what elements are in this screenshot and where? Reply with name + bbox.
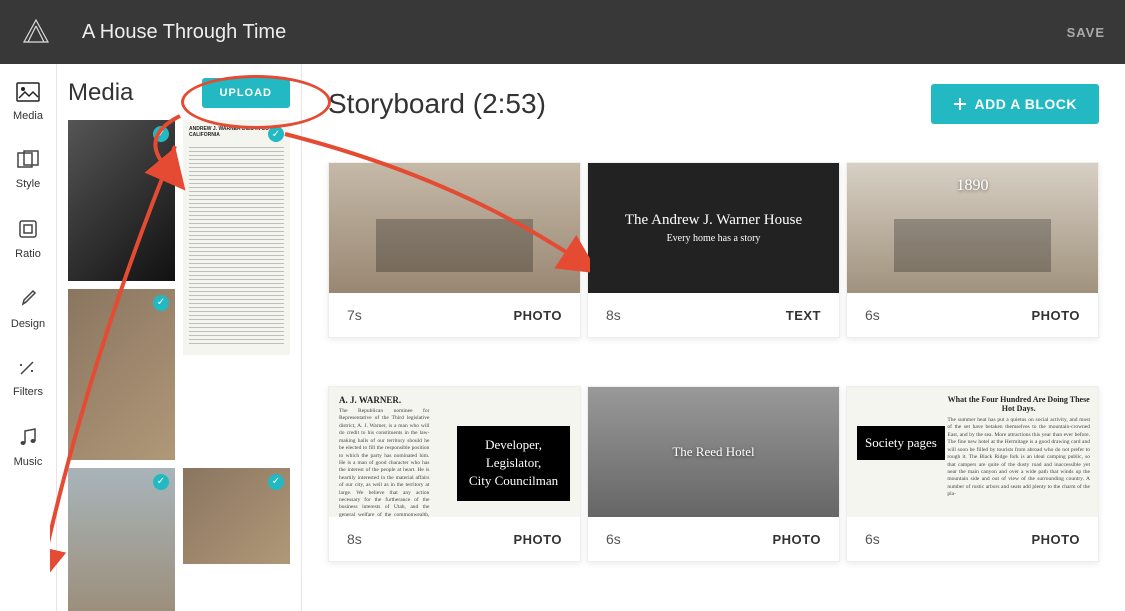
block-meta: 6s PHOTO <box>847 517 1098 561</box>
sidebar-label: Design <box>11 318 45 330</box>
media-panel-title: Media <box>68 79 133 107</box>
news-body: The summer heat has put a quietus on soc… <box>947 417 1090 499</box>
block-meta: 8s PHOTO <box>329 517 580 561</box>
side-nav: Media Style Ratio Design F <box>0 64 57 611</box>
storyboard-block[interactable]: The Andrew J. Warner House Every home ha… <box>587 162 840 338</box>
block-type: PHOTO <box>773 532 822 547</box>
block-duration: 6s <box>865 531 880 547</box>
block-overlay: Society pages <box>857 426 945 460</box>
house-image <box>874 184 1070 272</box>
news-heading: A. J. WARNER. <box>339 395 429 405</box>
block-meta: 6s PHOTO <box>588 517 839 561</box>
storyboard-header: Storyboard (2:53) ADD A BLOCK <box>328 84 1099 124</box>
block-preview <box>329 163 580 293</box>
project-title[interactable]: A House Through Time <box>82 21 1067 44</box>
doc-lines <box>189 144 284 347</box>
block-meta: 8s TEXT <box>588 293 839 337</box>
block-overlay-text: Developer, Legislator, City Councilman <box>467 436 560 491</box>
block-duration: 7s <box>347 307 362 323</box>
media-thumb[interactable]: ✓ <box>68 289 175 460</box>
sidebar-label: Filters <box>13 386 43 398</box>
sidebar-label: Music <box>14 456 43 468</box>
ratio-icon <box>17 218 39 240</box>
news-body: The Republican nominee for Representativ… <box>339 408 429 517</box>
thumb-selected-icon: ✓ <box>153 126 169 142</box>
sidebar-item-media[interactable]: Media <box>6 82 50 122</box>
sidebar-item-ratio[interactable]: Ratio <box>6 218 50 260</box>
block-preview: The Reed Hotel <box>588 387 839 517</box>
block-meta: 7s PHOTO <box>329 293 580 337</box>
block-duration: 8s <box>347 531 362 547</box>
house-image <box>356 184 552 272</box>
sidebar-label: Ratio <box>15 248 41 260</box>
block-overlay-text: The Reed Hotel <box>672 443 754 461</box>
add-block-button[interactable]: ADD A BLOCK <box>931 84 1099 124</box>
block-preview: A. J. WARNER. The Republican nominee for… <box>329 387 580 517</box>
block-text-title: The Andrew J. Warner House <box>625 212 802 229</box>
block-duration: 6s <box>606 531 621 547</box>
media-thumb-grid: ✓ ANDREW J. WARNER DIES IN COVINA, CALIF… <box>68 120 290 611</box>
block-type: PHOTO <box>514 532 563 547</box>
media-header: Media UPLOAD <box>68 78 290 108</box>
thumb-selected-icon: ✓ <box>153 474 169 490</box>
add-block-label: ADD A BLOCK <box>975 96 1077 112</box>
logo-icon <box>20 16 52 48</box>
thumb-selected-icon: ✓ <box>153 295 169 311</box>
news-column: A. J. WARNER. The Republican nominee for… <box>339 395 429 509</box>
app-logo <box>20 16 52 48</box>
block-duration: 8s <box>606 307 621 323</box>
media-thumb[interactable]: ✓ <box>183 468 290 564</box>
sidebar-item-music[interactable]: Music <box>6 426 50 468</box>
storyboard-title: Storyboard (2:53) <box>328 88 546 120</box>
news-column: What the Four Hundred Are Doing These Ho… <box>947 395 1090 509</box>
photo-icon <box>16 82 40 102</box>
block-grid: 7s PHOTO The Andrew J. Warner House Ever… <box>328 162 1099 562</box>
media-thumb[interactable]: ✓ <box>68 120 175 281</box>
block-overlay-text: Society pages <box>865 434 937 452</box>
storyboard-block[interactable]: 1890 6s PHOTO <box>846 162 1099 338</box>
wand-icon <box>17 358 39 378</box>
upload-button[interactable]: UPLOAD <box>202 78 290 108</box>
news-heading: What the Four Hundred Are Doing These Ho… <box>947 395 1090 413</box>
sidebar-label: Media <box>13 110 43 122</box>
block-text-subtitle: Every home has a story <box>667 233 761 244</box>
plus-icon <box>953 97 967 111</box>
block-type: PHOTO <box>514 308 563 323</box>
sidebar-label: Style <box>16 178 40 190</box>
block-preview: The Andrew J. Warner House Every home ha… <box>588 163 839 293</box>
storyboard-block[interactable]: A. J. WARNER. The Republican nominee for… <box>328 386 581 562</box>
storyboard-block[interactable]: The Reed Hotel 6s PHOTO <box>587 386 840 562</box>
top-bar: A House Through Time SAVE <box>0 0 1125 64</box>
block-duration: 6s <box>865 307 880 323</box>
storyboard-panel: Storyboard (2:53) ADD A BLOCK 7s PHOTO <box>302 64 1125 611</box>
music-icon <box>18 426 38 448</box>
frames-icon <box>17 150 39 170</box>
brush-icon <box>18 288 38 310</box>
sidebar-item-style[interactable]: Style <box>6 150 50 190</box>
storyboard-block[interactable]: Society pages What the Four Hundred Are … <box>846 386 1099 562</box>
block-type: PHOTO <box>1032 308 1081 323</box>
block-meta: 6s PHOTO <box>847 293 1098 337</box>
block-type: TEXT <box>786 308 821 323</box>
main-area: Media Style Ratio Design F <box>0 64 1125 611</box>
block-preview: 1890 <box>847 163 1098 293</box>
media-thumb[interactable]: ✓ <box>68 468 175 611</box>
sidebar-item-design[interactable]: Design <box>6 288 50 330</box>
thumb-selected-icon: ✓ <box>268 474 284 490</box>
media-thumb[interactable]: ANDREW J. WARNER DIES IN COVINA, CALIFOR… <box>183 120 290 355</box>
block-type: PHOTO <box>1032 532 1081 547</box>
media-panel: Media UPLOAD ✓ ANDREW J. WARNER DIES IN … <box>57 64 302 611</box>
storyboard-block[interactable]: 7s PHOTO <box>328 162 581 338</box>
thumb-selected-icon: ✓ <box>268 126 284 142</box>
block-overlay: Developer, Legislator, City Councilman <box>457 426 570 501</box>
sidebar-item-filters[interactable]: Filters <box>6 358 50 398</box>
block-preview: Society pages What the Four Hundred Are … <box>847 387 1098 517</box>
save-button[interactable]: SAVE <box>1067 25 1105 40</box>
